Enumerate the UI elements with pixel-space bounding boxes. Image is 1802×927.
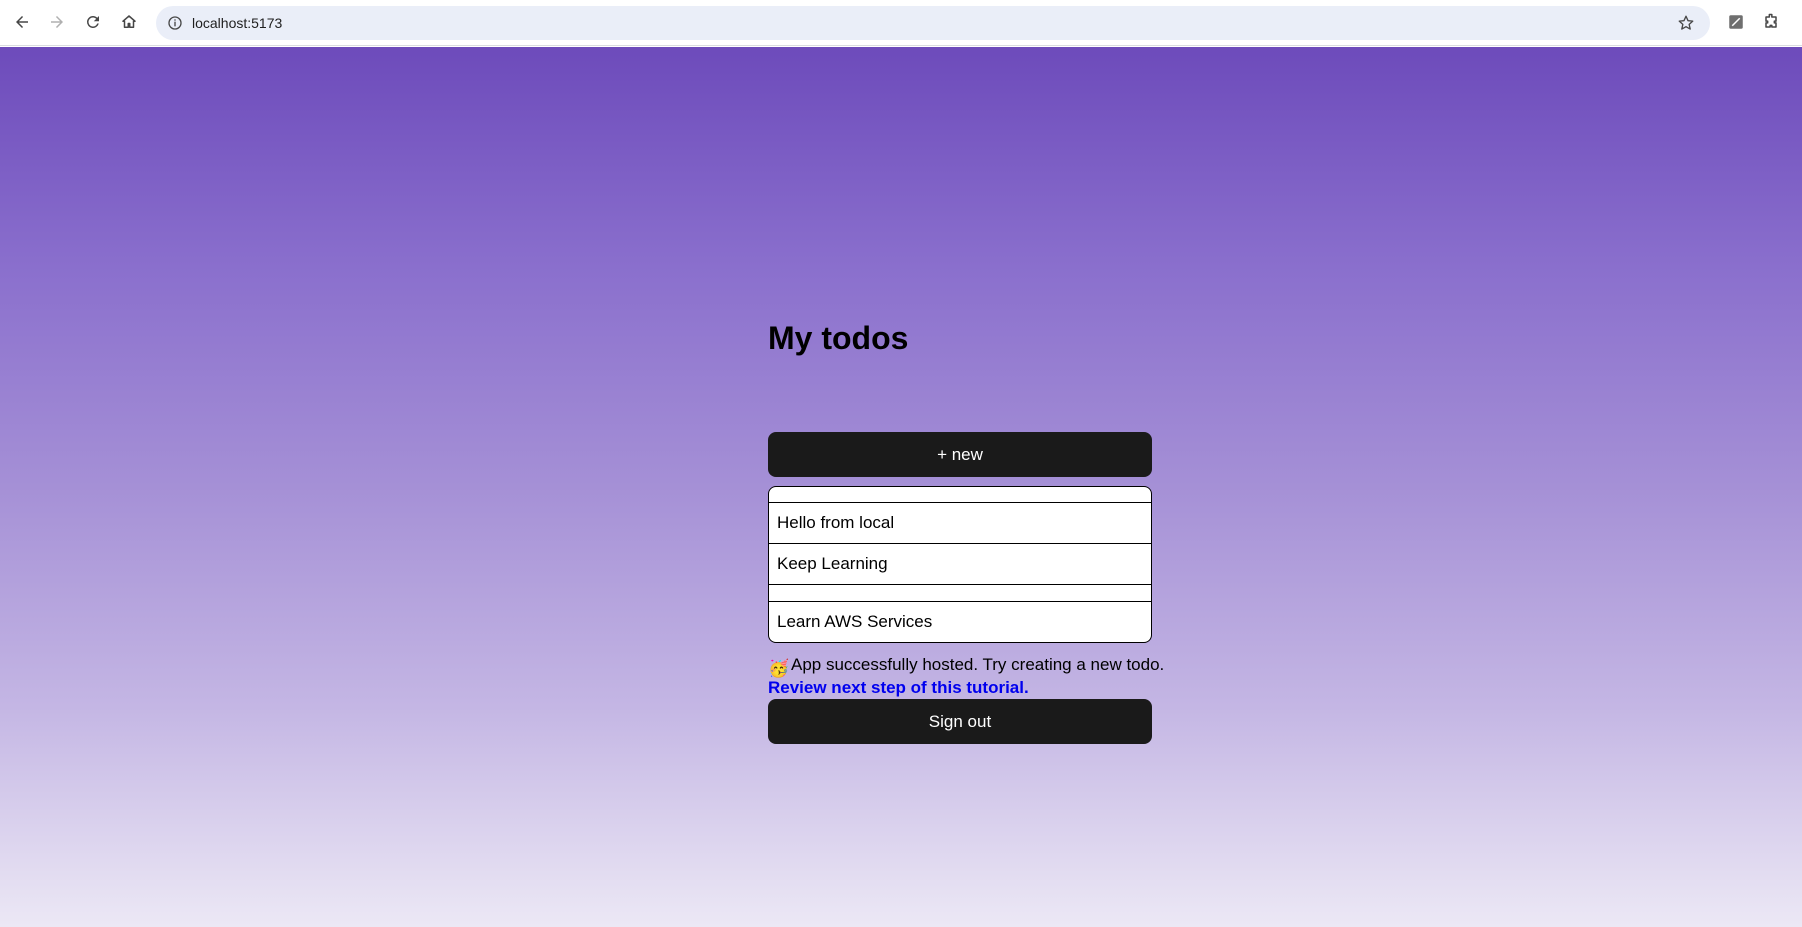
todo-item-empty — [769, 585, 1151, 602]
todo-item: Learn AWS Services — [777, 612, 933, 631]
home-button[interactable] — [115, 8, 143, 36]
back-button[interactable] — [8, 8, 36, 36]
sign-out-button[interactable]: Sign out — [768, 699, 1152, 744]
puzzle-icon[interactable] — [1760, 11, 1782, 33]
party-face-icon: 🥳 — [768, 659, 790, 678]
page-title: My todos — [768, 320, 909, 356]
browser-toolbar: localhost:5173 — [0, 0, 1802, 46]
arrow-left-icon — [16, 16, 28, 28]
pen-extension-icon[interactable] — [1725, 11, 1747, 33]
reload-icon — [86, 15, 99, 28]
new-todo-button[interactable]: + new — [768, 432, 1152, 477]
star-icon[interactable] — [1676, 13, 1696, 33]
address-bar[interactable]: localhost:5173 — [156, 6, 1710, 40]
home-icon — [122, 15, 136, 28]
todo-item: Hello from local — [769, 503, 1151, 544]
info-icon[interactable] — [166, 14, 184, 32]
arrow-right-icon — [51, 16, 63, 28]
reload-button[interactable] — [79, 8, 107, 36]
todo-list: Hello from local Keep Learning Learn AWS… — [768, 486, 1152, 643]
status-message: 🥳 App successfully hosted. Try creating a… — [768, 653, 1188, 678]
url-text[interactable]: localhost:5173 — [192, 15, 282, 31]
status-text: App successfully hosted. Try creating a … — [791, 655, 1165, 674]
todo-item-empty — [769, 487, 1151, 503]
todo-item: Keep Learning — [769, 544, 1151, 585]
tutorial-link[interactable]: Review next step of this tutorial. — [768, 678, 1029, 698]
page-viewport: My todos + new Hello from local Keep Lea… — [0, 47, 1802, 927]
forward-button[interactable] — [43, 8, 71, 36]
